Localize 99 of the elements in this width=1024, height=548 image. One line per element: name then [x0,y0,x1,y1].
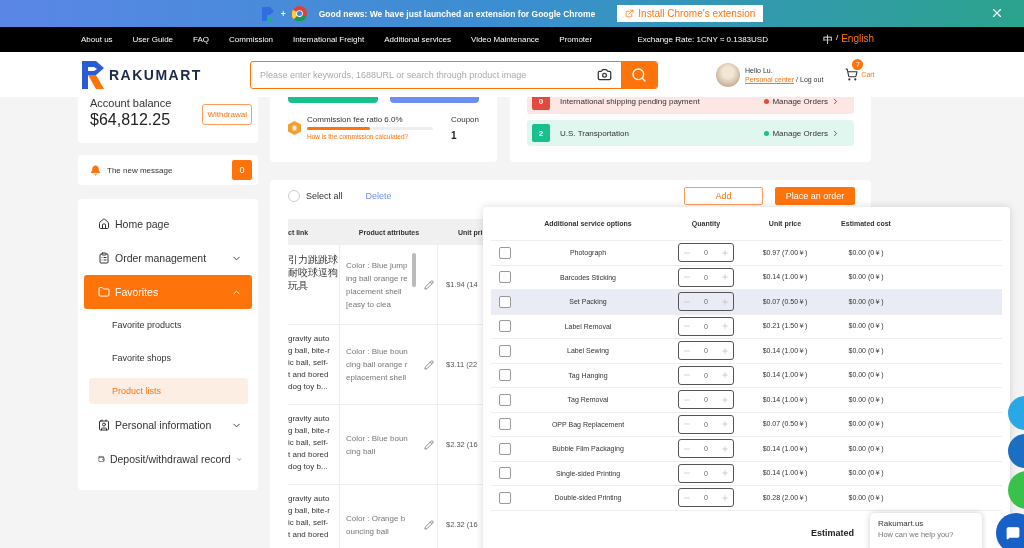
sidebar-item[interactable]: Personal information [84,408,252,442]
plus-button[interactable] [721,248,729,257]
chat-icon [1006,526,1020,540]
product-name[interactable]: gravity auto g ball, bite-r ic ball, self- t and bored dog toy b... [288,333,330,393]
product-attributes: Color : Blue bouncing ball [346,432,408,458]
status-count: 0 [532,97,550,110]
service-checkbox[interactable] [499,369,511,382]
nav-link[interactable]: Promoter [559,35,593,44]
language-separator: / [835,32,839,44]
service-checkbox[interactable] [499,344,511,357]
edit-icon[interactable] [424,279,434,290]
menu-icon [98,218,110,230]
service-checkbox[interactable] [499,295,511,308]
product-name[interactable]: gravity auto g ball, bite-r ic ball, self- t and bored dog toy b... [288,413,330,473]
extension-logo-icon [260,5,275,22]
close-icon[interactable] [990,6,1004,20]
service-checkbox[interactable] [499,271,511,284]
camera-icon[interactable] [597,67,612,82]
cart-icon[interactable] [845,68,859,81]
logo-icon [82,60,104,89]
exchange-rate: Exchange Rate: 1CNY ≈ 0.1383USD [637,35,768,44]
bell-icon [90,164,101,176]
coupon-label: Coupon [450,115,479,124]
select-all-label[interactable]: Select all [306,191,343,201]
level-badge-icon [288,121,301,135]
sidebar-item[interactable]: Deposit/withdrawal record [84,442,252,476]
menu-label: Deposit/withdrawal record [109,453,231,465]
browser-icon [291,6,307,21]
edit-icon[interactable] [424,359,434,370]
status-label: U.S. Transportation [560,128,630,138]
select-all-radio[interactable] [288,190,300,202]
nav-link[interactable]: FAQ [193,35,210,44]
menu-label: Home page [115,218,171,230]
nav-link[interactable]: Commission [229,35,274,44]
nav-link[interactable]: International Freight [293,35,365,44]
service-checkbox[interactable] [499,418,511,431]
edit-icon[interactable] [424,439,434,450]
language-option[interactable]: 中 [822,32,833,47]
logo-text: RAKUMART [109,66,202,83]
product-attributes: Color : Blue bouncing ball orange replacement shell [346,346,408,384]
submenu-item[interactable]: Favorite products [89,312,248,338]
plus-button[interactable] [721,469,729,478]
service-checkbox[interactable] [499,393,511,406]
plus-button[interactable] [721,297,729,306]
plus-button[interactable] [721,420,729,429]
search-icon [631,66,647,83]
plus-button[interactable] [721,395,729,404]
sidebar-item[interactable]: Home page [84,207,252,241]
plus-button[interactable] [721,322,729,331]
service-checkbox[interactable] [499,467,511,480]
chevron-right-icon [831,128,840,138]
plus-button[interactable] [721,444,729,453]
plus-button[interactable] [721,273,729,282]
plus-button[interactable] [721,493,729,502]
commission-ratio: Commission fee ratio 6.0% [307,115,404,124]
menu-icon [98,286,110,298]
status-count: 2 [532,124,550,142]
service-checkbox[interactable] [499,442,511,455]
language-option[interactable]: English [841,32,874,47]
menu-label: Order management [115,252,208,264]
external-link-icon [625,9,635,18]
menu-label: Favorites [115,286,160,298]
search-button[interactable] [621,61,657,88]
plus-button[interactable] [721,346,729,355]
product-name[interactable]: 引力跳跳球 耐咬球逗狗 玩具 [288,253,338,292]
service-checkbox[interactable] [499,246,511,259]
nav-link[interactable]: Additional services [384,35,451,44]
product-attributes: Color : Orange bouncing ball [346,512,407,538]
plus-sign: + [280,8,286,19]
service-checkbox[interactable] [499,320,511,333]
nav-link[interactable]: Video Maintenance [470,35,540,44]
estimated-total-label: Estimated [811,527,854,538]
balance-amount: $64,812.25 [90,111,172,129]
product-attributes: Color : Blue jumping ball orange replacement shell [easy to clea [346,259,408,311]
nav-link[interactable]: User Guide [132,35,174,44]
submenu-item[interactable]: Favorite shops [89,345,248,371]
status-label: International shipping pending payment [560,97,701,106]
message-count: 0 [232,160,252,180]
chevron-right-icon [831,97,840,106]
search-box[interactable]: Please enter keywords, 1688URL or search through product image [250,60,658,89]
menu-icon [98,419,110,431]
product-name[interactable]: gravity auto g ball, bite-r ic ball, self- t and bored [288,493,330,541]
plus-button[interactable] [721,371,729,380]
scrollbar[interactable] [412,253,416,287]
manage-orders-link[interactable]: Manage Orders [764,128,840,138]
announcement-text: Good news: We have just launched an extension for Google Chrome [318,8,596,19]
balance-label: Account balance [90,97,172,109]
service-checkbox[interactable] [499,491,511,504]
menu-label: Personal information [115,419,213,431]
user-avatar [716,62,740,87]
sidebar-item[interactable]: Order management [84,241,252,275]
coupon-count: 1 [450,130,458,141]
edit-icon[interactable] [424,519,434,530]
menu-icon [98,252,110,264]
chat-title: Rakumart.us [878,519,925,528]
manage-orders-link[interactable]: Manage Orders [764,97,840,106]
menu-icon [98,453,105,465]
message-label: The new message [107,165,174,175]
nav-link[interactable]: About us [81,35,113,44]
